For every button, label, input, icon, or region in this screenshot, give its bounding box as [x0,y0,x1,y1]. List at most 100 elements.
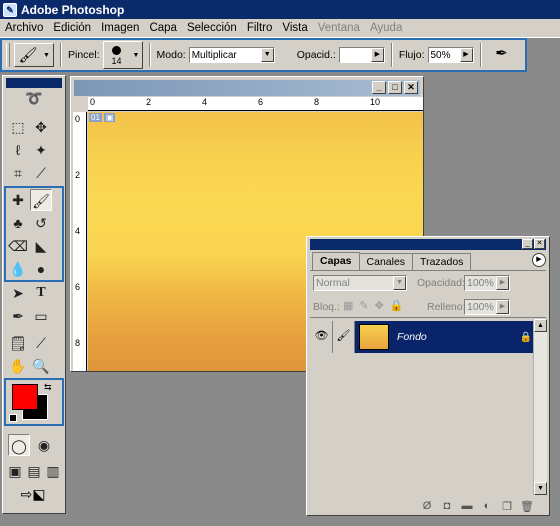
mode-label: Modo: [156,49,186,61]
mode-select[interactable]: Multiplicar ▼ [188,47,275,63]
layer-opacity-label: Opacidad: [417,277,465,289]
flow-label: Flujo: [398,49,425,61]
vertical-ruler: 0 2 4 6 8 [73,112,87,371]
minimize-icon[interactable]: _ [372,81,386,94]
lasso-tool-icon[interactable]: ℓ [7,139,29,161]
full-screen-mode-icon[interactable]: ▥ [44,460,62,482]
eyedropper-tool-icon[interactable]: ⟋ [30,332,52,354]
lock-options: ▦ ✎ ✥ 🔒 [343,299,404,312]
marquee-tool-icon[interactable]: ⬚ [7,116,29,138]
window-controls: _ □ ✕ [372,81,418,94]
standard-screen-mode-icon[interactable]: ▣ [6,460,24,482]
foreground-color-swatch[interactable] [12,384,38,410]
brush-icon: 🖌 [18,47,38,64]
menu-filtro[interactable]: Filtro [242,22,278,34]
tool-group-selection: ⬚ ✥ ℓ ✦ ⌗ ⟋ [7,116,52,184]
rectangle-tool-icon[interactable]: ▭ [30,305,52,327]
path-selection-tool-icon[interactable]: ➤ [7,282,29,304]
brush-tool-icon[interactable]: 🖌 [30,189,52,211]
fill-label: Relleno: [427,301,466,313]
menu-vista[interactable]: Vista [277,22,312,34]
move-tool-icon[interactable]: ✥ [30,116,52,138]
history-brush-tool-icon[interactable]: ↺ [30,212,52,234]
panel-controls: _ ✕ [522,239,545,249]
notes-tool-icon[interactable]: 🗒 [7,332,29,354]
panel-menu-icon[interactable]: ▶ [532,253,546,267]
tool-group-paint: ✚ 🖌 ♣ ↺ ⌫ ◣ 💧 ● [7,189,52,280]
opacity-field[interactable]: ▶ [338,47,385,63]
scroll-down-icon[interactable]: ▼ [534,482,547,495]
menu-capa[interactable]: Capa [144,22,182,34]
adjustment-layer-icon[interactable]: ◐ [478,500,496,512]
layer-style-icon[interactable]: Ø [418,500,436,512]
flow-field[interactable]: 50% ▶ [427,47,474,63]
brush-picker[interactable]: 14 ▼ [102,41,143,69]
magic-wand-tool-icon[interactable]: ✦ [30,139,52,161]
tab-trazados[interactable]: Trazados [412,253,472,270]
healing-brush-tool-icon[interactable]: ✚ [7,189,29,211]
document-title-bar[interactable]: _ □ ✕ [74,80,420,96]
lock-image-icon[interactable]: ✎ [359,299,368,312]
grip[interactable] [6,43,10,67]
menu-ventana[interactable]: Ventana [313,22,365,34]
panel-title-bar[interactable]: _ ✕ [310,239,546,250]
menu-archivo[interactable]: Archivo [0,22,48,34]
layer-opacity-field[interactable]: 100% ▶ [464,275,510,291]
mode-value: Multiplicar [191,49,237,61]
eraser-tool-icon[interactable]: ⌫ [7,235,29,257]
standard-mode-icon[interactable]: ◯ [8,434,30,456]
quick-mask-mode-icon[interactable]: ◉ [33,434,55,456]
minimize-icon[interactable]: _ [522,239,533,249]
lock-transparency-icon[interactable]: ▦ [343,299,353,312]
scroll-up-icon[interactable]: ▲ [534,319,547,332]
full-screen-menu-mode-icon[interactable]: ▤ [25,460,43,482]
menu-imagen[interactable]: Imagen [96,22,144,34]
pen-tool-icon[interactable]: ✒ [7,305,29,327]
blend-mode-select[interactable]: Normal ▼ [313,275,407,291]
brush-label: Pincel: [68,49,100,61]
menu-seleccion[interactable]: Selección [182,22,242,34]
lock-icon: 🔒 [519,331,532,343]
new-set-icon[interactable]: ▬ [458,500,476,512]
paint-bucket-tool-icon[interactable]: ◣ [30,235,52,257]
adobe-online-icon[interactable]: ➰ [6,90,62,112]
close-icon[interactable]: ✕ [534,239,545,249]
new-layer-icon[interactable]: ❐ [498,500,516,513]
tab-capas[interactable]: Capas [312,252,360,270]
lock-all-icon[interactable]: 🔒 [390,299,404,312]
airbrush-icon[interactable]: ✒ [490,44,514,66]
ruler-label: 4 [75,226,81,236]
crop-tool-icon[interactable]: ⌗ [7,162,29,184]
visibility-eye-icon[interactable]: 👁 [311,321,333,353]
close-icon[interactable]: ✕ [404,81,418,94]
jump-to-imageready-icon[interactable]: ⇨⬕ [8,486,58,508]
color-swatches: ⇆ [4,378,64,426]
swap-colors-icon[interactable]: ⇆ [44,382,52,393]
default-colors-icon[interactable] [9,414,17,422]
slice-tool-icon[interactable]: ⟋ [30,162,52,184]
zoom-tool-icon[interactable]: 🔍 [30,355,52,377]
clone-stamp-tool-icon[interactable]: ♣ [7,212,29,234]
ruler-label: 2 [75,170,81,180]
dodge-tool-icon[interactable]: ● [30,258,52,280]
layers-scrollbar[interactable]: ▲ ▼ [533,319,547,495]
hand-tool-icon[interactable]: ✋ [7,355,29,377]
blur-tool-icon[interactable]: 💧 [7,258,29,280]
menu-edicion[interactable]: Edición [48,22,96,34]
tool-preset-picker[interactable]: 🖌 ▼ [14,43,54,67]
layer-row-fondo[interactable]: 👁 🖌 Fondo 🔒 [311,321,536,353]
fill-field[interactable]: 100% ▶ [464,299,510,315]
add-mask-icon[interactable]: ◘ [438,500,456,512]
type-tool-icon[interactable]: T [30,282,52,304]
chevron-down-icon: ▼ [43,51,50,59]
tab-canales[interactable]: Canales [358,253,414,270]
divider [310,270,546,271]
maximize-icon[interactable]: □ [388,81,402,94]
lock-position-icon[interactable]: ✥ [375,299,384,312]
delete-layer-icon[interactable]: 🗑 [518,500,536,513]
screen-mode-group: ▣ ▤ ▥ [6,460,62,482]
menu-ayuda[interactable]: Ayuda [365,22,407,34]
toolbox-title-bar[interactable] [6,78,62,88]
brush-tip-icon [112,46,122,55]
menu-bar: Archivo Edición Imagen Capa Selección Fi… [0,19,560,38]
